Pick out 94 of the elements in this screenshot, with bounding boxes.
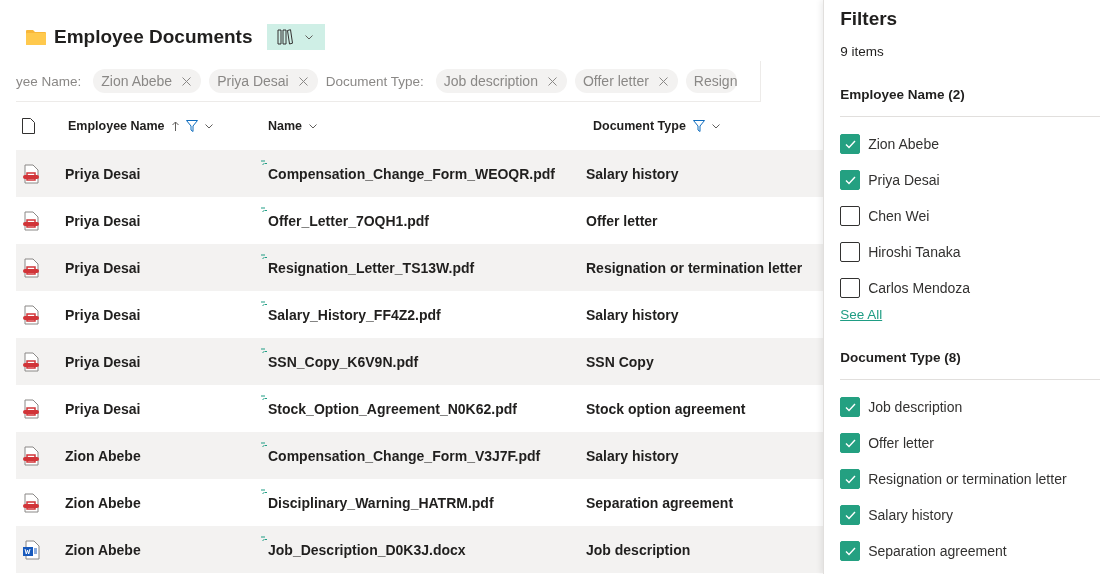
option-label[interactable]: Resignation or termination letter bbox=[868, 471, 1067, 487]
document-type: Separation agreement bbox=[586, 494, 734, 511]
document-type: Job description bbox=[586, 541, 691, 558]
item-count: 9 items bbox=[840, 44, 885, 59]
column-header[interactable]: Employee Name bbox=[68, 119, 165, 133]
document-type: Salary history bbox=[586, 165, 679, 182]
pdf-file-icon bbox=[22, 210, 40, 231]
table-row[interactable]: Zion Abebe Compensation_Change_Form_V3J7F.pdf Salary history bbox=[16, 432, 824, 479]
library-title: Employee Documents bbox=[54, 26, 253, 48]
check-icon bbox=[844, 175, 856, 185]
checkbox[interactable] bbox=[840, 505, 861, 525]
checkbox[interactable] bbox=[840, 469, 861, 489]
employee-name: Priya Desai bbox=[65, 306, 141, 323]
filter-label: yee Name: bbox=[16, 73, 82, 89]
close-icon bbox=[298, 76, 308, 86]
close-icon bbox=[658, 76, 668, 86]
employee-name: Priya Desai bbox=[65, 400, 141, 417]
option-label[interactable]: Carlos Mendoza bbox=[868, 280, 971, 296]
option-label[interactable]: Chen Wei bbox=[868, 208, 930, 224]
file-name[interactable]: Offer_Letter_7OQH1.pdf bbox=[268, 212, 430, 229]
employee-name: Priya Desai bbox=[65, 212, 141, 229]
file-name[interactable]: Job_Description_D0K3J.docx bbox=[268, 541, 466, 558]
pdf-file-icon bbox=[22, 257, 40, 278]
file-name[interactable]: Disciplinary_Warning_HATRM.pdf bbox=[268, 494, 494, 511]
folder-icon bbox=[26, 29, 46, 45]
panel-title: Filters bbox=[840, 8, 899, 31]
check-icon bbox=[844, 438, 856, 448]
table-row[interactable]: Priya Desai Resignation_Letter_TS13W.pdf Resignation or termination letter bbox=[16, 244, 824, 291]
checkbox[interactable] bbox=[840, 134, 861, 154]
see-all-link[interactable]: See All bbox=[840, 307, 1100, 322]
close-icon bbox=[547, 76, 557, 86]
employee-name: Zion Abebe bbox=[65, 494, 141, 511]
chevron-down-icon bbox=[711, 123, 720, 129]
employee-name: Priya Desai bbox=[65, 165, 141, 182]
check-icon bbox=[844, 510, 856, 520]
close-icon bbox=[182, 76, 192, 86]
option-label[interactable]: Separation agreement bbox=[868, 543, 1007, 559]
filter-label: Document Type: bbox=[325, 73, 424, 89]
library-icon bbox=[276, 29, 293, 45]
option-label[interactable]: Offer letter bbox=[868, 435, 935, 451]
checkbox[interactable] bbox=[840, 206, 861, 226]
file-name[interactable]: Salary_History_FF4Z2.pdf bbox=[268, 306, 441, 323]
filter-group-title: Employee Name (2) bbox=[840, 87, 1100, 117]
check-icon bbox=[844, 402, 856, 412]
table-row[interactable]: Zion Abebe Job_Description_D0K3J.docx Job description bbox=[16, 526, 824, 573]
checkbox[interactable] bbox=[840, 433, 861, 453]
chevron-down-icon bbox=[204, 123, 213, 129]
filter-group-title: Document Type (8) bbox=[840, 350, 1100, 380]
file-name[interactable]: Stock_Option_Agreement_N0K62.pdf bbox=[268, 400, 517, 417]
file-name[interactable]: SSN_Copy_K6V9N.pdf bbox=[268, 353, 419, 370]
word-file-icon bbox=[22, 539, 40, 560]
sort-ascending-icon bbox=[171, 121, 179, 131]
document-type: Offer letter bbox=[586, 212, 658, 229]
pdf-file-icon bbox=[22, 445, 40, 466]
column-header[interactable]: Document Type bbox=[593, 119, 686, 133]
checkbox[interactable] bbox=[840, 242, 861, 262]
filter-icon bbox=[185, 120, 198, 132]
option-label[interactable]: Job description bbox=[868, 399, 963, 415]
file-name[interactable]: Resignation_Letter_TS13W.pdf bbox=[268, 259, 475, 276]
employee-name: Zion Abebe bbox=[65, 541, 141, 558]
file-name[interactable]: Compensation_Change_Form_V3J7F.pdf bbox=[268, 447, 541, 464]
column-header[interactable]: Name bbox=[268, 119, 303, 133]
document-type: Salary history bbox=[586, 447, 679, 464]
pdf-file-icon bbox=[22, 304, 40, 325]
chevron-down-icon bbox=[309, 123, 318, 129]
pdf-file-icon bbox=[22, 492, 40, 513]
employee-name: Priya Desai bbox=[65, 259, 141, 276]
file-type-icon bbox=[22, 118, 35, 134]
checkbox[interactable] bbox=[840, 541, 861, 561]
table-row[interactable]: Priya Desai SSN_Copy_K6V9N.pdf SSN Copy bbox=[16, 338, 824, 385]
document-type: Stock option agreement bbox=[586, 400, 746, 417]
option-label[interactable]: Salary history bbox=[868, 507, 953, 523]
option-label[interactable]: Priya Desai bbox=[868, 172, 940, 188]
document-type: Salary history bbox=[586, 306, 679, 323]
checkbox[interactable] bbox=[840, 397, 861, 417]
employee-name: Priya Desai bbox=[65, 353, 141, 370]
file-name[interactable]: Compensation_Change_Form_WEOQR.pdf bbox=[268, 165, 556, 182]
pdf-file-icon bbox=[22, 351, 40, 372]
option-label[interactable]: Zion Abebe bbox=[868, 136, 939, 152]
employee-name: Zion Abebe bbox=[65, 447, 141, 464]
check-icon bbox=[844, 546, 856, 556]
chevron-down-icon bbox=[304, 34, 313, 40]
document-type: Resignation or termination letter bbox=[586, 259, 803, 276]
table-row[interactable]: Priya Desai Compensation_Change_Form_WEOQR.pdf Salary history bbox=[16, 150, 824, 197]
check-icon bbox=[844, 474, 856, 484]
filter-icon bbox=[692, 120, 705, 132]
option-label[interactable]: Hiroshi Tanaka bbox=[868, 244, 961, 260]
document-type: SSN Copy bbox=[586, 353, 654, 370]
pdf-file-icon bbox=[22, 398, 40, 419]
pdf-file-icon bbox=[22, 163, 40, 184]
check-icon bbox=[844, 139, 856, 149]
checkbox[interactable] bbox=[840, 170, 861, 190]
checkbox[interactable] bbox=[840, 278, 861, 298]
view-switcher-button[interactable] bbox=[266, 24, 325, 50]
